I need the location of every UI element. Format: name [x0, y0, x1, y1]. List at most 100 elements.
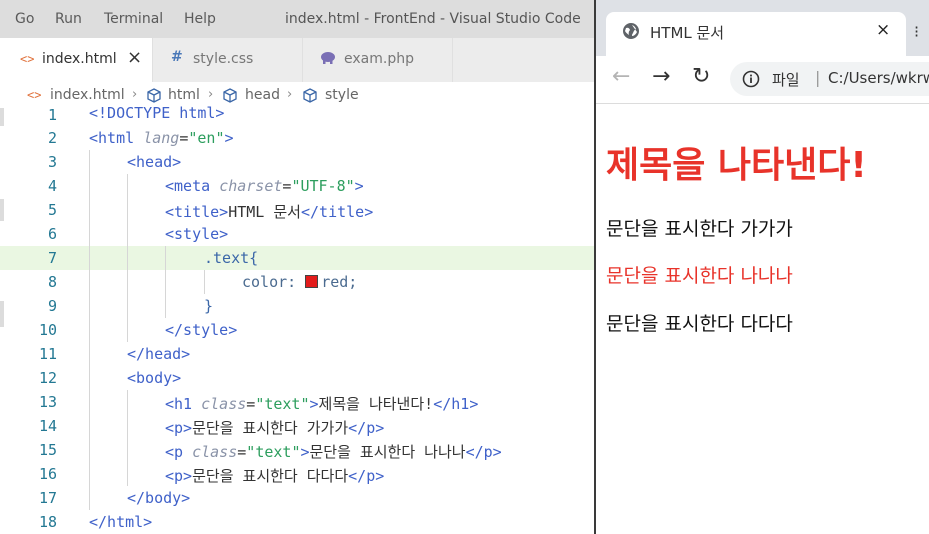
code-text: <h1 class="text">제목을 나타낸다!</h1> [165, 395, 479, 413]
line-number: 3 [47, 153, 57, 171]
browser-toolbar: ← → ↻ 파일 | C:/Users/wkrw [596, 56, 929, 104]
code-line: 4 <meta charset="UTF-8"> [0, 174, 600, 198]
code-line: 14 <p>문단을 표시한다 가가가</p> [0, 414, 600, 438]
code-text: <body> [127, 369, 182, 387]
line-number: 5 [47, 201, 57, 219]
code-line: 5 <title>HTML 문서</title> [0, 198, 600, 222]
code-text: </style> [165, 321, 238, 339]
menu-run[interactable]: Run [55, 11, 82, 27]
line-number: 9 [47, 297, 57, 315]
menu-help[interactable]: Help [184, 11, 216, 27]
reload-icon[interactable]: ↻ [692, 64, 710, 89]
line-number: 18 [38, 513, 57, 531]
tab-exam-php[interactable]: exam.php [303, 38, 453, 82]
breadcrumb-index-html[interactable]: index.html [50, 87, 125, 103]
code-line: 15 <p class="text">문단을 표시한다 나나나</p> [0, 438, 600, 462]
code-text: <style> [165, 225, 229, 243]
code-line: 8 color: red; [0, 270, 600, 294]
line-number: 15 [38, 441, 57, 459]
code-line: 13 <h1 class="text">제목을 나타낸다!</h1> [0, 390, 600, 414]
tab-label: style.css [193, 51, 254, 67]
page-paragraph-3: 문단을 표시한다 다다다 [606, 313, 793, 335]
code-text: </head> [127, 345, 191, 363]
close-tab-icon[interactable]: × [876, 20, 890, 40]
line-number: 17 [38, 489, 57, 507]
code-line: 3 <head> [0, 150, 600, 174]
code-text: <html lang="en"> [89, 129, 234, 147]
html-file-icon: <> [20, 52, 35, 66]
code-text: <meta charset="UTF-8"> [165, 177, 364, 195]
code-text: color: red; [242, 273, 358, 291]
browser-tab-strip: HTML 문서 × ⁝ [596, 0, 929, 56]
html-file-icon: <> [27, 88, 42, 102]
back-arrow-icon[interactable]: ← [612, 64, 630, 89]
line-number: 4 [47, 177, 57, 195]
chevron-right-icon: › [132, 87, 138, 102]
code-text: .text{ [204, 249, 259, 267]
line-number: 14 [38, 417, 57, 435]
line-number: 10 [38, 321, 57, 339]
window-title: index.html - FrontEnd - Visual Studio Co… [285, 11, 581, 27]
code-text: <title>HTML 문서</title> [165, 203, 374, 221]
separator: | [815, 68, 821, 87]
code-editor[interactable]: 1 <!DOCTYPE html> 2 <html lang="en"> 3 <… [0, 103, 600, 534]
browser-tab[interactable]: HTML 문서 × [606, 12, 906, 56]
code-line: 6 <style> [0, 222, 600, 246]
code-line: 2 <html lang="en"> [0, 126, 600, 150]
code-text: <p class="text">문단을 표시한다 나나나</p> [165, 443, 502, 461]
code-text: } [204, 297, 214, 315]
code-line: 9 } [0, 294, 600, 318]
line-number: 1 [47, 106, 57, 124]
tab-index-html[interactable]: <> index.html × [0, 38, 153, 82]
doctype-text: <!DOCTYPE html> [89, 104, 225, 122]
code-line: 16 <p>문단을 표시한다 다다다</p> [0, 462, 600, 486]
forward-arrow-icon[interactable]: → [652, 64, 670, 89]
address-bar[interactable]: 파일 | C:/Users/wkrw [730, 62, 929, 96]
scheme-label: 파일 [772, 71, 800, 89]
chevron-right-icon: › [208, 87, 214, 102]
url-text[interactable]: C:/Users/wkrw [828, 69, 929, 87]
breadcrumb-html[interactable]: html [168, 87, 200, 103]
line-number: 6 [47, 225, 57, 243]
info-icon[interactable] [742, 70, 760, 88]
code-line: 1 <!DOCTYPE html> [0, 103, 600, 127]
menu-go[interactable]: Go [15, 11, 34, 27]
line-number: 13 [38, 393, 57, 411]
page-paragraph-1: 문단을 표시한다 가가가 [606, 218, 793, 240]
code-text: <p>문단을 표시한다 가가가</p> [165, 419, 385, 437]
new-tab-button[interactable]: ⁝ [914, 22, 919, 41]
code-text: </body> [127, 489, 191, 507]
breadcrumb-head[interactable]: head [245, 87, 280, 103]
line-number: 11 [38, 345, 57, 363]
line-number: 12 [38, 369, 57, 387]
tab-style-css[interactable]: # style.css [153, 38, 303, 82]
browser-window: HTML 문서 × ⁝ ← → ↻ 파일 | C:/Users/wkrw 제목을… [596, 0, 929, 534]
line-number: 7 [47, 249, 57, 267]
chevron-right-icon: › [287, 87, 293, 102]
line-number: 8 [47, 273, 57, 291]
line-number: 2 [47, 129, 57, 147]
page-heading: 제목을 나타낸다! [606, 145, 867, 186]
code-text: <head> [127, 153, 182, 171]
browser-tab-title: HTML 문서 [650, 24, 725, 42]
code-line: 10 </style> [0, 318, 600, 342]
tab-label: exam.php [344, 51, 414, 67]
code-line: 12 <body> [0, 366, 600, 390]
code-line: 17 </body> [0, 486, 600, 510]
code-line-current: 7 .text{ [0, 246, 600, 270]
css-file-icon: # [171, 49, 183, 65]
title-bar: Go Run Terminal Help index.html - FrontE… [0, 0, 600, 38]
globe-icon [622, 22, 640, 40]
php-elephant-icon [320, 51, 336, 69]
page-paragraph-2: 문단을 표시한다 나나나 [606, 265, 793, 287]
page-viewport: 제목을 나타낸다! 문단을 표시한다 가가가 문단을 표시한다 나나나 문단을 … [596, 104, 929, 534]
color-swatch[interactable] [305, 275, 319, 288]
code-line: 18 </html> [0, 510, 600, 534]
vscode-window: Go Run Terminal Help index.html - FrontE… [0, 0, 600, 534]
tab-close-icon[interactable]: × [127, 47, 142, 68]
tab-label: index.html [42, 51, 117, 67]
menu-terminal[interactable]: Terminal [104, 11, 163, 27]
line-number: 16 [38, 465, 57, 483]
editor-tab-bar: <> index.html × # style.css exam.php [0, 38, 600, 82]
breadcrumb-style[interactable]: style [325, 87, 359, 103]
